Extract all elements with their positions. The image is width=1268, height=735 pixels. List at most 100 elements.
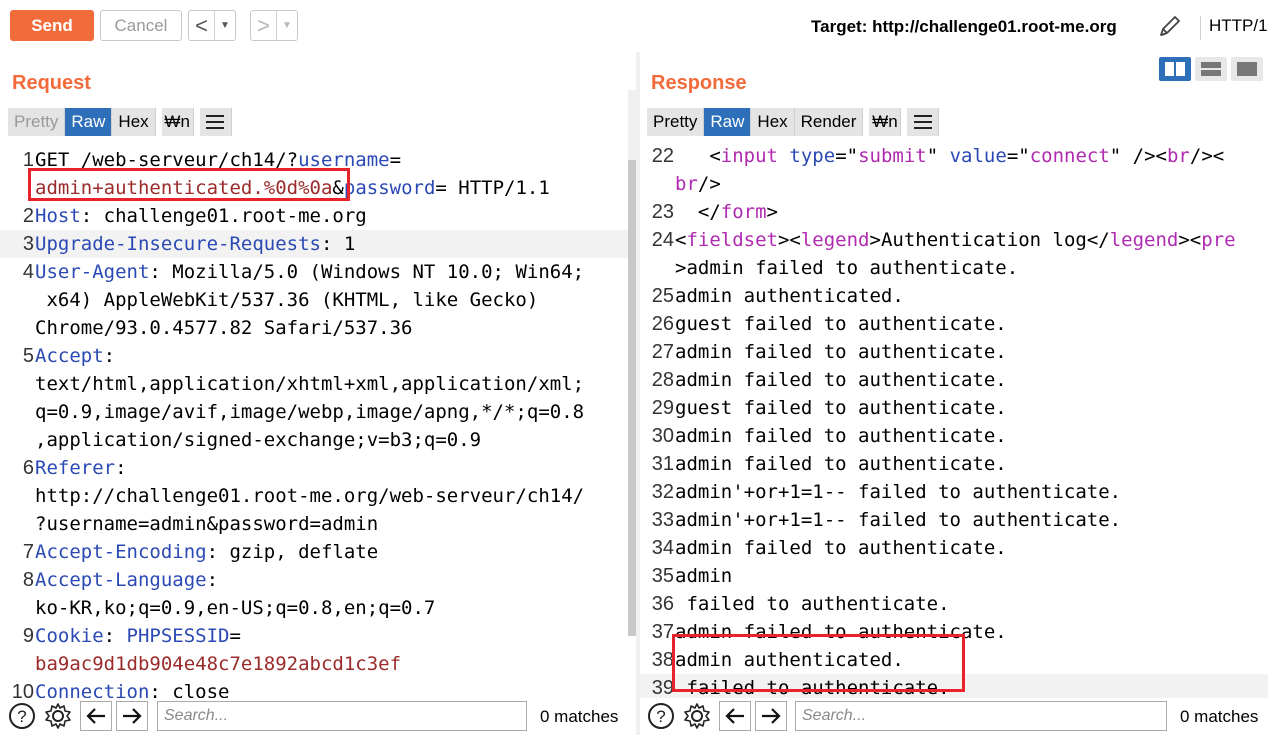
response-search-input[interactable]: Search... <box>795 701 1167 731</box>
line-number: 29 <box>651 397 674 419</box>
request-tabs: Pretty Raw Hex ₩n <box>8 108 232 136</box>
code-line[interactable]: br/> <box>640 170 1268 198</box>
token: Upgrade-Insecure-Requests <box>35 233 321 255</box>
code-line[interactable]: 5 Accept: <box>0 342 628 370</box>
hamburger-menu-icon <box>206 115 225 129</box>
code-line[interactable]: 31 admin failed to authenticate. <box>640 450 1268 478</box>
cancel-button[interactable]: Cancel <box>100 10 182 41</box>
code-line[interactable]: 8 Accept-Language: <box>0 566 628 594</box>
response-tab-pretty[interactable]: Pretty <box>647 108 705 136</box>
response-editor[interactable]: 22 <input type="submit" value="connect" … <box>640 142 1268 698</box>
settings-gear-icon[interactable] <box>683 702 711 730</box>
back-history-dropdown[interactable]: ▼ <box>215 11 235 40</box>
code-line[interactable]: 1 GET /web-serveur/ch14/?username= <box>0 146 628 174</box>
code-line[interactable]: admin+authenticated.%0d%0a&password= HTT… <box>0 174 628 202</box>
code-line[interactable]: 27 admin failed to authenticate. <box>640 338 1268 366</box>
layout-side-by-side-button[interactable] <box>1159 57 1191 81</box>
line-text: Accept-Language: <box>35 566 218 594</box>
forward-button[interactable]: > <box>251 11 277 40</box>
response-tab-raw[interactable]: Raw <box>704 108 752 136</box>
layout-tabs-button[interactable] <box>1231 57 1263 81</box>
code-line[interactable]: 35 admin <box>640 562 1268 590</box>
token: type <box>789 145 836 167</box>
layout-toggle <box>1159 57 1263 81</box>
line-number: 30 <box>651 425 674 447</box>
response-newline-toggle[interactable]: ₩n <box>869 108 902 136</box>
code-line[interactable]: ,application/signed-exchange;v=b3;q=0.9 <box>0 426 628 454</box>
code-line[interactable]: 39 failed to authenticate. <box>640 674 1268 698</box>
code-line[interactable]: q=0.9,image/avif,image/webp,image/apng,*… <box>0 398 628 426</box>
http-version-label[interactable]: HTTP/1 <box>1200 16 1268 40</box>
code-line[interactable]: 7 Accept-Encoding: gzip, deflate <box>0 538 628 566</box>
code-line[interactable]: 2 Host: challenge01.root-me.org <box>0 202 628 230</box>
line-text: Accept: <box>35 342 115 370</box>
code-line[interactable]: 4 User-Agent: Mozilla/5.0 (Windows NT 10.… <box>0 258 628 286</box>
line-number: 39 <box>651 677 674 698</box>
line-text: admin failed to authenticate. <box>675 450 1007 478</box>
code-line[interactable]: 3 Upgrade-Insecure-Requests: 1 <box>0 230 628 258</box>
search-next-button[interactable] <box>116 701 148 731</box>
line-text: failed to authenticate. <box>675 590 949 618</box>
code-line[interactable]: 6 Referer: <box>0 454 628 482</box>
line-text: </form> <box>675 198 778 226</box>
newline-icon: ₩n <box>164 112 190 131</box>
request-editor[interactable]: 1 GET /web-serveur/ch14/?username= admin+a… <box>0 142 628 698</box>
response-tab-hex[interactable]: Hex <box>751 108 795 136</box>
help-icon[interactable]: ? <box>8 702 36 730</box>
code-line[interactable]: ko-KR,ko;q=0.9,en-US;q=0.8,en;q=0.7 <box>0 594 628 622</box>
token: > <box>766 201 778 223</box>
search-prev-button[interactable] <box>80 701 112 731</box>
request-scrollbar-thumb[interactable] <box>628 160 636 636</box>
request-tab-pretty[interactable]: Pretty <box>8 108 66 136</box>
code-line[interactable]: text/html,application/xhtml+xml,applicat… <box>0 370 628 398</box>
code-line[interactable]: 23 </form> <box>640 198 1268 226</box>
request-match-count: 0 matches <box>540 707 619 726</box>
code-line[interactable]: 9 Cookie: PHPSESSID= <box>0 622 628 650</box>
response-menu-button[interactable] <box>907 108 940 136</box>
forward-history-dropdown[interactable]: ▼ <box>277 11 297 40</box>
code-line[interactable]: 36 failed to authenticate. <box>640 590 1268 618</box>
code-line[interactable]: 33 admin'+or+1=1-- failed to authenticate… <box>640 506 1268 534</box>
code-line[interactable]: 30 admin failed to authenticate. <box>640 422 1268 450</box>
target-label: Target: http://challenge01.root-me.org <box>811 17 1117 36</box>
line-number: 26 <box>651 313 674 335</box>
search-next-button[interactable] <box>755 701 787 731</box>
back-button[interactable]: < <box>189 11 215 40</box>
token: < <box>675 229 687 251</box>
code-line[interactable]: 10 Connection: close <box>0 678 628 698</box>
search-prev-button[interactable] <box>719 701 751 731</box>
code-line[interactable]: http://challenge01.root-me.org/web-serve… <box>0 482 628 510</box>
code-line[interactable]: 29 guest failed to authenticate. <box>640 394 1268 422</box>
token: /> <box>697 173 721 195</box>
response-match-count: 0 matches <box>1180 707 1259 726</box>
code-line[interactable]: 28 admin failed to authenticate. <box>640 366 1268 394</box>
request-newline-toggle[interactable]: ₩n <box>161 108 194 136</box>
settings-gear-icon[interactable] <box>44 702 72 730</box>
line-number: 33 <box>651 509 674 531</box>
response-tab-render[interactable]: Render <box>794 108 864 136</box>
request-search-input[interactable]: Search... <box>157 701 527 731</box>
request-tab-hex[interactable]: Hex <box>112 108 156 136</box>
code-line[interactable]: 37 admin failed to authenticate. <box>640 618 1268 646</box>
layout-stacked-button[interactable] <box>1195 57 1227 81</box>
code-line[interactable]: Chrome/93.0.4577.82 Safari/537.36 <box>0 314 628 342</box>
code-line[interactable]: ?username=admin&password=admin <box>0 510 628 538</box>
code-line[interactable]: 22 <input type="submit" value="connect" … <box>640 142 1268 170</box>
request-tab-raw[interactable]: Raw <box>65 108 113 136</box>
code-line[interactable]: >admin failed to authenticate. <box>640 254 1268 282</box>
code-line[interactable]: ba9ac9d1db904e48c7e1892abcd1c3ef <box>0 650 628 678</box>
code-line[interactable]: 26 guest failed to authenticate. <box>640 310 1268 338</box>
code-line[interactable]: x64) AppleWebKit/537.36 (KHTML, like Gec… <box>0 286 628 314</box>
code-line[interactable]: 34 admin failed to authenticate. <box>640 534 1268 562</box>
token: =" <box>1006 145 1030 167</box>
response-tabs: Pretty Raw Hex Render ₩n <box>647 108 940 136</box>
request-menu-button[interactable] <box>199 108 232 136</box>
code-line[interactable]: 38 admin authenticated. <box>640 646 1268 674</box>
edit-target-pencil-icon[interactable] <box>1156 12 1184 40</box>
help-icon[interactable]: ? <box>647 702 675 730</box>
token: Connection <box>35 681 150 698</box>
code-line[interactable]: 32 admin'+or+1=1-- failed to authenticate… <box>640 478 1268 506</box>
send-button[interactable]: Send <box>10 10 94 41</box>
code-line[interactable]: 24 <fieldset><legend>Authentication log</… <box>640 226 1268 254</box>
code-line[interactable]: 25 admin authenticated. <box>640 282 1268 310</box>
